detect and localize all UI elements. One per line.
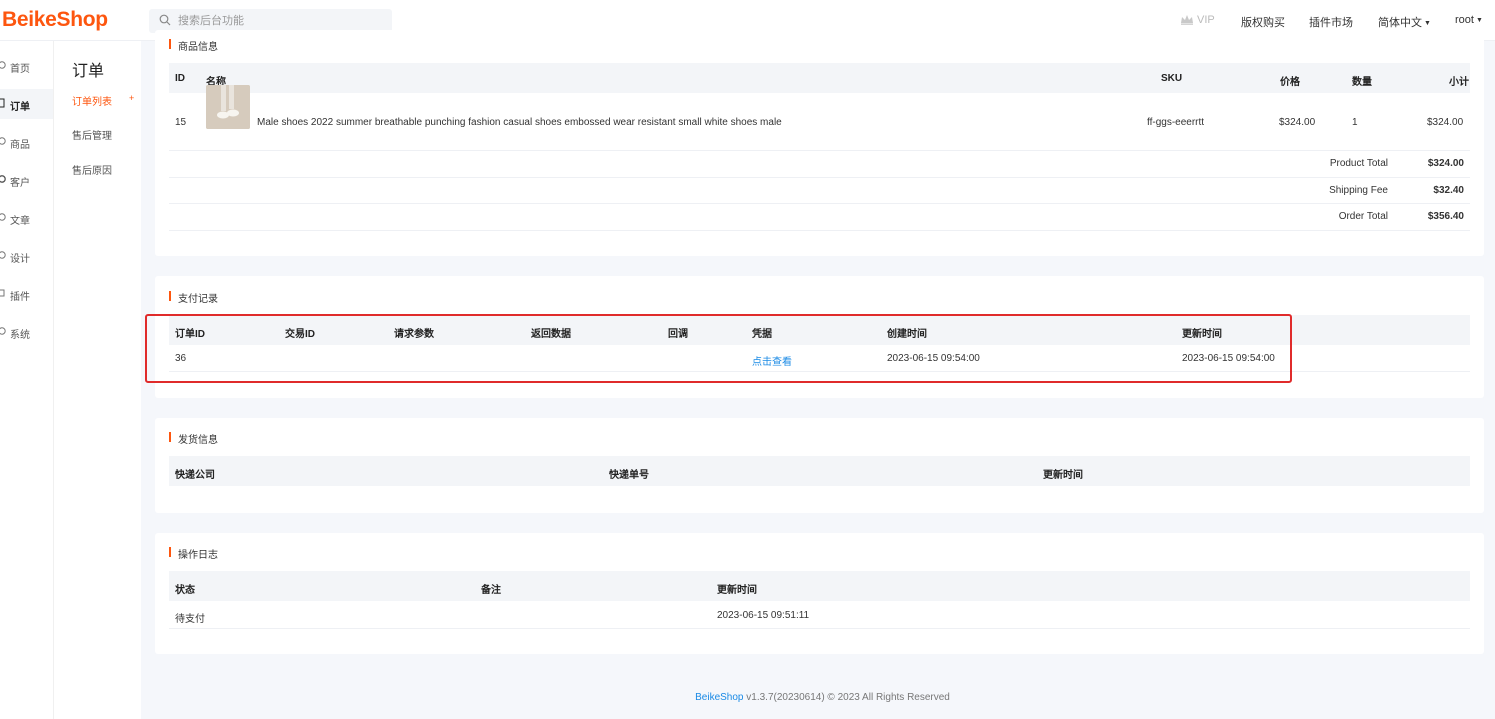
row-divider [169,203,1470,204]
plus-icon: + [129,93,135,103]
sub-sidebar: 订单 订单列表 + 售后管理 售后原因 [53,41,141,719]
caret-down-icon: ▼ [1475,17,1483,24]
subnav-item-after-sales-reasons[interactable]: 售后原因 [72,162,112,177]
row-divider [169,230,1470,231]
shipping-table-header: 快递公司 快递单号 更新时间 [169,456,1470,486]
user-label: root [1455,14,1474,26]
header-note: 备注 [481,585,501,596]
row-divider [169,150,1470,151]
shipping-card: 发货信息 快递公司 快递单号 更新时间 [155,418,1484,513]
payments-section-title: 支付记录 [169,290,218,305]
product-total-label: Product Total [1329,158,1388,169]
header-updated-time: 更新时间 [717,585,757,596]
header-status: 状态 [175,585,195,596]
row-divider [169,177,1470,178]
products-section-title: 商品信息 [169,38,218,53]
product-name[interactable]: Male shoes 2022 summer breathable punchi… [257,117,782,128]
customer-icon [0,174,8,184]
sidebar-item-orders[interactable]: 订单 [0,89,53,119]
main-sidebar: 首页 订单 商品 客户 文章 设计 插件 系统 [0,41,53,719]
product-image[interactable] [206,85,250,129]
header-tracking-number: 快递单号 [609,470,649,481]
sidebar-item-system[interactable]: 系统 [0,317,53,347]
shipping-fee-value: $32.40 [1433,185,1464,196]
vip-label: VIP [1197,14,1215,26]
order-total-value: $356.40 [1427,211,1464,222]
product-subtotal: $324.00 [1427,117,1464,128]
license-link[interactable]: 版权购买 [1241,14,1285,30]
product-id: 15 [175,117,187,128]
search-icon [159,14,171,26]
highlight-box [145,314,1292,383]
footer: BeikeShop v1.3.7(20230614) © 2023 All Ri… [0,692,1495,703]
sidebar-item-articles[interactable]: 文章 [0,203,53,233]
home-icon [0,60,8,70]
product-sku: ff-ggs-eeerrtt [1147,117,1205,128]
plugin-icon [0,288,8,298]
user-dropdown[interactable]: root ▼ [1455,14,1483,26]
header-price: 价格 [1280,77,1300,88]
logs-section-title: 操作日志 [169,546,218,561]
article-icon [0,212,8,222]
plugin-market-link[interactable]: 插件市场 [1309,14,1353,30]
order-total-label: Order Total [1338,211,1388,222]
crown-icon [1181,15,1193,25]
vip-link[interactable]: VIP [1180,14,1215,26]
subnav-item-after-sales[interactable]: 售后管理 [72,127,112,142]
language-dropdown[interactable]: 简体中文 ▼ [1378,14,1431,30]
shipping-section-title: 发货信息 [169,431,218,446]
order-icon [0,98,8,108]
header-sku: SKU [1161,73,1183,84]
sub-sidebar-title: 订单 [72,63,105,80]
header-subtotal: 小计 [1449,77,1469,88]
products-table-header: ID 名称 SKU 价格 数量 小计 [169,63,1470,93]
sidebar-item-plugins[interactable]: 插件 [0,279,53,309]
header-qty: 数量 [1352,77,1372,88]
shipping-fee-label: Shipping Fee [1329,185,1388,196]
log-status: 待支付 [175,614,205,625]
sidebar-item-home[interactable]: 首页 [0,51,53,81]
product-icon [0,136,8,146]
system-icon [0,326,8,336]
logs-card: 操作日志 状态 备注 更新时间 待支付 2023-06-15 09:51:11 [155,533,1484,654]
caret-down-icon: ▼ [1424,20,1431,27]
log-updated-time: 2023-06-15 09:51:11 [717,610,810,621]
header-courier: 快递公司 [175,470,215,481]
footer-brand-link[interactable]: BeikeShop [695,692,743,703]
subnav-item-order-list[interactable]: 订单列表 [72,93,112,108]
sidebar-item-products[interactable]: 商品 [0,127,53,157]
sidebar-item-design[interactable]: 设计 [0,241,53,271]
product-price: $324.00 [1279,117,1316,128]
product-total-value: $324.00 [1427,158,1464,169]
design-icon [0,250,8,260]
row-divider [169,628,1470,629]
brand-logo[interactable]: BeikeShop [2,8,108,32]
header-id: ID [175,73,185,84]
product-qty: 1 [1352,117,1358,128]
products-card: 商品信息 ID 名称 SKU 价格 数量 小计 15 Male shoes 20… [155,30,1484,256]
sidebar-item-customers[interactable]: 客户 [0,165,53,195]
language-label: 简体中文 [1378,17,1422,29]
logs-table-header: 状态 备注 更新时间 [169,571,1470,601]
footer-text: v1.3.7(20230614) © 2023 All Rights Reser… [743,692,950,703]
header-updated-time: 更新时间 [1043,470,1083,481]
